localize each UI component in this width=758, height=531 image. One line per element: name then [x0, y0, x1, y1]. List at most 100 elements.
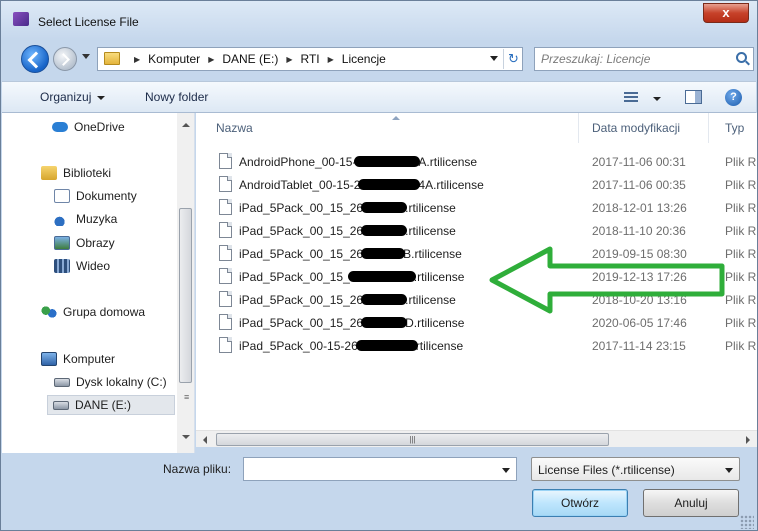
pictures-icon	[54, 236, 70, 250]
scrollbar-thumb[interactable]: ≡	[179, 208, 192, 402]
file-name-start: iPad_5Pack_00_15_26	[239, 293, 364, 307]
open-file-dialog: Select License File x ▶ Komputer ▶ DANE …	[0, 0, 758, 531]
breadcrumb-dane[interactable]: DANE (E:)	[222, 52, 278, 66]
address-dropdown-chevron-icon[interactable]	[490, 56, 498, 61]
nav-item-label: Dysk lokalny (C:)	[76, 375, 167, 389]
file-list-horizontal-scrollbar[interactable]: |||	[196, 430, 757, 447]
nav-item-music[interactable]: Muzyka	[54, 209, 117, 229]
nav-item-label: Obrazy	[76, 236, 115, 250]
folder-icon	[104, 52, 120, 65]
nav-item-documents[interactable]: Dokumenty	[54, 186, 137, 206]
table-row[interactable]: AndroidTablet_00-15-2 4A.rtilicense 2017-1…	[196, 173, 757, 196]
new-folder-button[interactable]: Nowy folder	[145, 90, 208, 104]
file-type: Plik R	[725, 270, 757, 284]
file-type-filter-select[interactable]: License Files (*.rtilicense)	[531, 457, 740, 481]
search-icon[interactable]	[736, 52, 747, 63]
redaction-mark	[355, 340, 418, 351]
file-name-end: rtilicense	[415, 339, 464, 353]
nav-item-dane[interactable]: DANE (E:)	[47, 395, 175, 415]
nav-item-label: Grupa domowa	[63, 305, 146, 319]
nav-item-onedrive[interactable]: OneDrive	[52, 117, 125, 137]
nav-item-local-disk[interactable]: Dysk lokalny (C:)	[54, 372, 167, 392]
scroll-up-icon[interactable]	[182, 123, 190, 127]
table-row[interactable]: iPad_5Pack_00-15-26 rtilicense 2017-11-14 …	[196, 334, 757, 357]
title-bar[interactable]: Select License File x	[1, 1, 757, 33]
redaction-mark	[361, 294, 408, 305]
file-name-start: iPad_5Pack_00_15_26	[239, 247, 364, 261]
breadcrumb-rti[interactable]: RTI	[301, 52, 320, 66]
file-date: 2018-12-01 13:26	[592, 201, 687, 215]
chevron-down-icon[interactable]	[725, 468, 733, 473]
file-name: iPad_5Pack_00_15_26 .rtilicense	[239, 224, 456, 238]
drive-icon	[53, 400, 69, 410]
address-bar[interactable]: ▶ Komputer ▶ DANE (E:) ▶ RTI ▶ Licencje …	[97, 47, 523, 71]
forward-button[interactable]	[53, 47, 77, 71]
video-icon	[54, 259, 70, 273]
file-icon	[219, 337, 232, 353]
file-type: Plik R	[725, 224, 757, 238]
refresh-icon[interactable]: ↻	[503, 49, 523, 69]
breadcrumb-separator-icon[interactable]: ▶	[328, 55, 334, 64]
navigation-pane-scrollbar[interactable]: ≡	[177, 113, 194, 453]
file-name-start: iPad_5Pack_00_15_	[239, 270, 350, 284]
preview-pane-icon[interactable]	[685, 90, 702, 104]
scrollbar-thumb[interactable]: |||	[216, 433, 609, 446]
window-title: Select License File	[38, 15, 139, 29]
view-options-icon[interactable]	[624, 92, 638, 103]
column-header-type[interactable]: Typ	[709, 113, 757, 143]
documents-icon	[54, 189, 70, 203]
table-row[interactable]: AndroidPhone_00-15- A.rtilicense 2017-11-0…	[196, 150, 757, 173]
column-header-date[interactable]: Data modyfikacji	[579, 113, 709, 143]
file-name-end: .rtilicense	[405, 201, 456, 215]
chevron-down-icon[interactable]	[502, 468, 510, 473]
nav-item-libraries[interactable]: Biblioteki	[41, 163, 111, 183]
file-icon	[219, 176, 232, 192]
file-name: iPad_5Pack_00_15_26 B.rtilicense	[239, 247, 462, 261]
search-input[interactable]	[541, 50, 721, 68]
search-box[interactable]	[534, 47, 754, 71]
help-icon[interactable]: ?	[725, 89, 742, 106]
redaction-mark	[347, 271, 416, 282]
column-header-name[interactable]: Nazwa	[196, 113, 579, 143]
cancel-button[interactable]: Anuluj	[643, 489, 739, 517]
file-name-start: iPad_5Pack_00_15_26	[239, 201, 364, 215]
file-type: Plik R	[725, 316, 757, 330]
file-icon	[219, 222, 232, 238]
scroll-left-icon[interactable]	[203, 436, 207, 444]
table-row[interactable]: iPad_5Pack_00_15_26 .rtilicense 2018-12-01…	[196, 196, 757, 219]
nav-item-computer[interactable]: Komputer	[41, 349, 115, 369]
breadcrumb-separator-icon[interactable]: ▶	[208, 55, 214, 64]
redaction-mark	[361, 225, 408, 236]
breadcrumb-komputer[interactable]: Komputer	[148, 52, 200, 66]
breadcrumb-separator-icon[interactable]: ▶	[286, 55, 292, 64]
file-date: 2017-11-06 00:35	[592, 178, 686, 192]
scroll-down-icon[interactable]	[182, 435, 190, 439]
file-type-filter-value: License Files (*.rtilicense)	[538, 463, 675, 477]
file-name-input[interactable]	[248, 461, 488, 477]
grip-icon: |||	[409, 435, 416, 444]
nav-item-pictures[interactable]: Obrazy	[54, 233, 115, 253]
file-icon	[219, 199, 232, 215]
nav-item-video[interactable]: Wideo	[54, 256, 110, 276]
breadcrumb-licencje[interactable]: Licencje	[342, 52, 386, 66]
grip-icon: ≡	[184, 392, 190, 402]
back-button[interactable]	[21, 45, 49, 73]
file-icon	[219, 245, 232, 261]
resize-grip-icon[interactable]	[740, 515, 754, 529]
scroll-right-icon[interactable]	[746, 436, 750, 444]
file-name-combobox[interactable]	[243, 457, 517, 481]
computer-icon	[41, 352, 57, 366]
organize-menu[interactable]: Organizuj	[40, 90, 106, 104]
recent-locations-chevron-icon[interactable]	[82, 54, 90, 59]
open-button[interactable]: Otwórz	[532, 489, 628, 517]
file-name-start: iPad_5Pack_00_15_26	[239, 316, 364, 330]
organize-label: Organizuj	[40, 90, 92, 104]
file-name: iPad_5Pack_00_15_26 .rtilicense	[239, 201, 456, 215]
table-row[interactable]: iPad_5Pack_00_15_26 .rtilicense 2018-11-10…	[196, 219, 757, 242]
file-icon	[219, 268, 232, 284]
nav-item-label: Muzyka	[76, 212, 118, 226]
breadcrumb-separator-icon[interactable]: ▶	[134, 55, 140, 64]
view-chevron-down-icon[interactable]	[653, 97, 661, 101]
close-button[interactable]: x	[703, 3, 749, 23]
nav-item-homegroup[interactable]: Grupa domowa	[41, 302, 145, 322]
